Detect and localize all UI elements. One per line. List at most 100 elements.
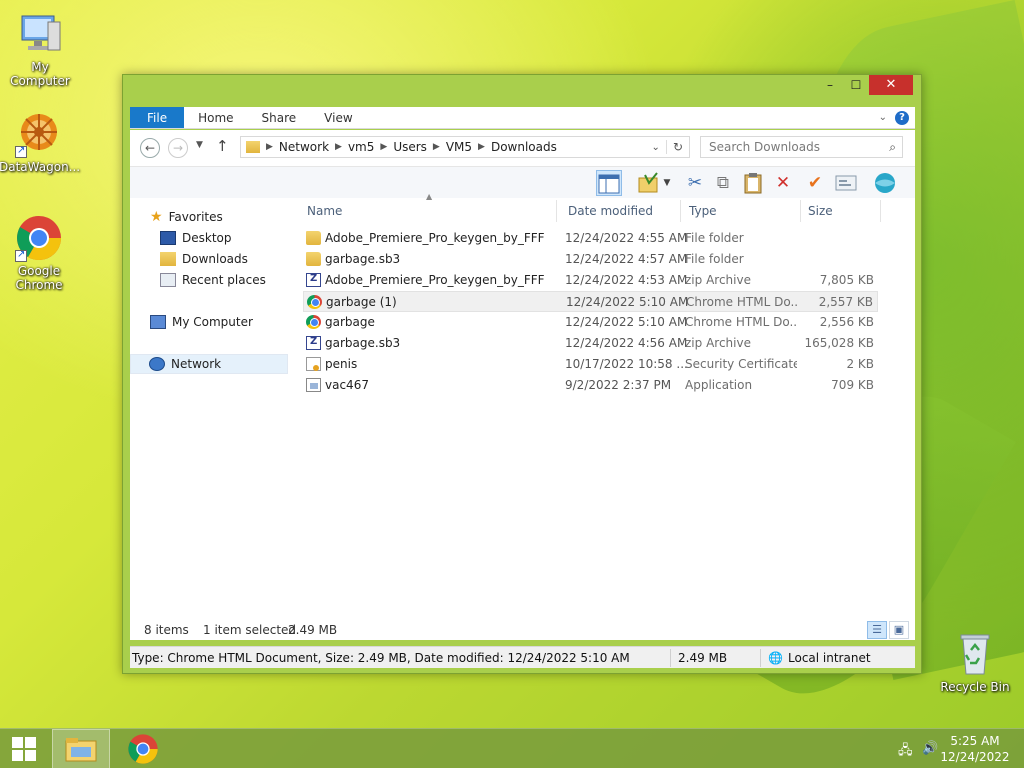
file-row[interactable]: penis 10/17/2022 10:58 ... Security Cert… xyxy=(303,354,878,375)
file-row[interactable]: garbage 12/24/2022 5:10 AM Chrome HTML D… xyxy=(303,312,878,333)
desktop-icon-label: Recycle Bin xyxy=(940,680,1010,694)
file-type: zip Archive xyxy=(685,336,751,350)
file-row[interactable]: garbage.sb3 12/24/2022 4:57 AM File fold… xyxy=(303,249,878,270)
my-computer-icon xyxy=(150,315,166,329)
back-button[interactable]: ← xyxy=(140,138,160,158)
desktop-icon-my-computer[interactable]: My Computer xyxy=(0,10,80,88)
tab-home[interactable]: Home xyxy=(184,107,247,128)
globe-icon[interactable] xyxy=(872,170,898,196)
clock-date: 12/24/2022 xyxy=(940,750,1010,764)
properties-icon[interactable] xyxy=(635,170,661,196)
ribbon-tabs: File Home Share View ⌄ ? xyxy=(130,107,915,129)
tab-share[interactable]: Share xyxy=(248,107,311,128)
search-input[interactable]: Search Downloads ⌕ xyxy=(700,136,903,158)
nav-recent-places-label: Recent places xyxy=(182,273,266,287)
tab-view[interactable]: View xyxy=(310,107,366,128)
volume-icon[interactable]: 🔊 xyxy=(922,741,938,756)
nav-my-computer[interactable]: My Computer xyxy=(150,312,253,332)
windows-logo-icon xyxy=(12,737,36,761)
window-controls: – ☐ ✕ xyxy=(817,75,913,95)
tab-file[interactable]: File xyxy=(130,107,185,128)
file-size: 165,028 KB xyxy=(804,336,874,350)
start-button[interactable] xyxy=(0,729,48,768)
forward-button[interactable]: → xyxy=(168,138,188,158)
file-row[interactable]: Adobe_Premiere_Pro_keygen_by_FFF 12/24/2… xyxy=(303,270,878,291)
file-type: Application xyxy=(685,378,753,392)
nav-my-computer-label: My Computer xyxy=(172,315,253,329)
cut-icon[interactable]: ✂ xyxy=(682,170,708,196)
file-name: garbage xyxy=(325,315,375,329)
file-type: File folder xyxy=(685,252,744,266)
address-bar[interactable]: ▶ Network ▶ vm5 ▶ Users ▶ VM5 ▶ Download… xyxy=(240,136,690,158)
nav-network[interactable]: Network xyxy=(130,354,288,374)
details-view-icon[interactable]: ☰ xyxy=(867,621,887,639)
file-name: Adobe_Premiere_Pro_keygen_by_FFF xyxy=(325,273,545,287)
datawagon-icon xyxy=(15,110,63,158)
column-size[interactable]: Size xyxy=(808,204,833,218)
help-icon[interactable]: ? xyxy=(895,110,909,125)
clock-time: 5:25 AM xyxy=(950,734,1000,748)
column-name[interactable]: Name xyxy=(307,204,342,218)
large-icons-view-icon[interactable]: ▣ xyxy=(889,621,909,639)
nav-favorites[interactable]: ★ Favorites xyxy=(150,207,223,227)
taskbar-file-explorer[interactable] xyxy=(52,729,110,768)
breadcrumb-downloads[interactable]: Downloads xyxy=(487,140,561,154)
file-explorer-icon xyxy=(65,738,97,762)
close-button[interactable]: ✕ xyxy=(869,75,913,95)
selection-count: 1 item selected xyxy=(203,623,297,637)
recycle-bin-icon xyxy=(951,630,999,678)
view-icon[interactable] xyxy=(833,170,859,196)
minimize-button[interactable]: – xyxy=(817,75,843,95)
file-row-selected[interactable]: garbage (1) 12/24/2022 5:10 AM Chrome HT… xyxy=(303,291,878,312)
file-row[interactable]: Adobe_Premiere_Pro_keygen_by_FFF 12/24/2… xyxy=(303,228,878,249)
breadcrumb-users[interactable]: Users xyxy=(389,140,431,154)
address-dropdown-icon[interactable]: ⌄ xyxy=(646,142,666,153)
nav-desktop[interactable]: Desktop xyxy=(160,228,232,248)
taskbar-chrome[interactable] xyxy=(114,729,172,768)
recent-locations-chevron-icon[interactable]: ▼ xyxy=(196,140,203,150)
expand-ribbon-icon[interactable]: ⌄ xyxy=(879,112,887,123)
rename-check-icon[interactable]: ✔ xyxy=(802,170,828,196)
properties-dropdown-icon[interactable]: ▼ xyxy=(660,170,674,196)
up-button[interactable]: ↑ xyxy=(216,137,229,155)
breadcrumb-vm5-user[interactable]: VM5 xyxy=(442,140,476,154)
clock[interactable]: 5:25 AM 12/24/2022 xyxy=(940,733,1010,765)
file-size: 2,557 KB xyxy=(818,295,873,309)
folder-location-icon xyxy=(246,141,260,153)
network-tray-icon[interactable]: 🖧 xyxy=(898,741,913,763)
details-text: Type: Chrome HTML Document, Size: 2.49 M… xyxy=(132,651,630,665)
desktop-icon-datawagon[interactable]: DataWagon... xyxy=(0,110,80,174)
file-name: garbage.sb3 xyxy=(325,252,401,266)
file-type: Chrome HTML Do... xyxy=(685,315,797,329)
preview-pane-icon[interactable] xyxy=(596,170,622,196)
search-icon: ⌕ xyxy=(889,140,896,154)
breadcrumb-network[interactable]: Network xyxy=(275,140,333,154)
zip-icon xyxy=(306,336,321,350)
zip-icon xyxy=(306,273,321,287)
file-size: 709 KB xyxy=(831,378,874,392)
desktop-icon-recycle-bin[interactable]: Recycle Bin xyxy=(935,630,1015,694)
file-date: 12/24/2022 4:57 AM xyxy=(565,252,688,266)
paste-icon[interactable] xyxy=(740,170,766,196)
nav-downloads[interactable]: Downloads xyxy=(160,249,248,269)
refresh-icon[interactable]: ↻ xyxy=(665,140,689,154)
nav-recent-places[interactable]: Recent places xyxy=(160,270,266,290)
maximize-button[interactable]: ☐ xyxy=(843,75,869,95)
navigation-pane: ★ Favorites Desktop Downloads Recent pla… xyxy=(130,198,290,640)
desktop-icon-google-chrome[interactable]: Google Chrome xyxy=(0,214,79,292)
breadcrumb-vm5[interactable]: vm5 xyxy=(344,140,378,154)
file-row[interactable]: garbage.sb3 12/24/2022 4:56 AM zip Archi… xyxy=(303,333,878,354)
column-type[interactable]: Type xyxy=(689,204,717,218)
file-name: vac467 xyxy=(325,378,369,392)
desktop-icon-label: My Computer xyxy=(10,60,70,88)
explorer-window[interactable]: – ☐ ✕ File Home Share View ⌄ ? ← → ▼ ↑ ▶… xyxy=(122,74,922,674)
certificate-icon xyxy=(306,357,321,371)
desktop-icon-label: Google Chrome xyxy=(15,264,63,292)
delete-icon[interactable]: ✕ xyxy=(770,170,796,196)
chrome-icon xyxy=(15,214,63,262)
file-row[interactable]: vac467 9/2/2022 2:37 PM Application 709 … xyxy=(303,375,878,396)
file-date: 10/17/2022 10:58 ... xyxy=(565,357,688,371)
column-date-modified[interactable]: Date modified xyxy=(568,204,653,218)
copy-icon[interactable]: ⧉ xyxy=(710,170,736,196)
file-type: zip Archive xyxy=(685,273,751,287)
